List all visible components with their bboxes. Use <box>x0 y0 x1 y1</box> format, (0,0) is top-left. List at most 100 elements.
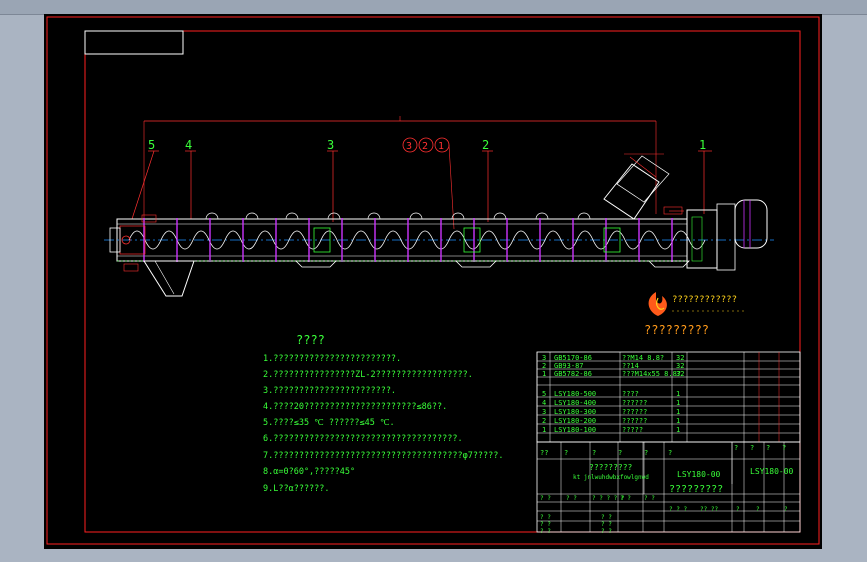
bolt-cap <box>245 212 259 220</box>
requirement-line: 2.????????????????ZL-2??????????????????… <box>263 370 473 380</box>
drawing-number-box <box>84 30 184 55</box>
sign-cell: ? ? <box>644 495 655 502</box>
part-row-name: ?????? <box>622 399 647 407</box>
sign-cell: ? ? <box>540 495 551 502</box>
title-small-cell: ? ? <box>540 514 551 521</box>
part-row-no: 2 <box>542 362 546 370</box>
part-row-qty: 32 <box>676 354 684 362</box>
tech-requirements: ???? 1.????????????????????????. 2.?????… <box>263 333 504 494</box>
inlet-hopper[interactable] <box>603 153 670 220</box>
callout-5[interactable]: 5 <box>131 138 159 220</box>
part-row-code: LSY180-300 <box>554 408 596 416</box>
part-row-code: GB5170-86 <box>554 354 592 362</box>
support-foot <box>648 260 690 268</box>
part-row-no: 1 <box>542 426 546 434</box>
drive-motor[interactable] <box>663 199 768 271</box>
svg-text:1: 1 <box>438 141 444 152</box>
company-name: ????????? <box>669 484 723 495</box>
cad-viewport[interactable]: 5 4 3 2 1 3 2 1 ???? 1.?????????????????… <box>44 14 822 549</box>
part-row-code: LSY180-500 <box>554 390 596 398</box>
part-row-no: 5 <box>542 390 546 398</box>
title-bottom-cell: ? <box>756 506 760 513</box>
title-small-cell: ? ? <box>540 528 551 535</box>
title-bottom-cell: ?? ?? <box>700 506 718 513</box>
callout-3[interactable]: 3 <box>327 138 338 222</box>
title-small-cell: ? ? <box>601 528 612 535</box>
part-row-name: ???M14x55 8.8? <box>622 370 681 378</box>
drawing-number: LSY180-00 <box>677 470 721 479</box>
flame-icon <box>648 292 667 316</box>
app-top-bar <box>0 0 867 15</box>
svg-text:4: 4 <box>185 138 192 152</box>
circled-callouts[interactable]: 3 2 1 <box>402 137 455 230</box>
part-row-code: LSY180-400 <box>554 399 596 407</box>
requirement-line: 8.α=0?60°,?????45° <box>263 467 355 477</box>
requirement-line: 5.????≤35 ℃ ??????≤45 ℃. <box>263 418 395 428</box>
overall-dimension <box>143 116 657 254</box>
bolt-cap <box>577 212 591 220</box>
part-row-qty: 1 <box>676 417 680 425</box>
bolt-cap <box>409 212 423 220</box>
requirement-line: 1.????????????????????????. <box>263 354 401 364</box>
requirement-line: 6.????????????????????????????????????. <box>263 434 463 444</box>
parts-header-cell: ?? <box>540 449 548 457</box>
parts-header-cell: ? <box>592 449 596 457</box>
part-row-code: LSY180-100 <box>554 426 596 434</box>
title-bottom-cell: ? ? ? <box>669 506 687 513</box>
callout-2[interactable]: 2 <box>482 138 493 222</box>
part-row-qty: 1 <box>676 408 680 416</box>
title-small-cell: ? ? <box>601 521 612 528</box>
drawing-number-right: LSY180-00 <box>750 467 794 476</box>
requirement-line: 9.L??α??????. <box>263 484 330 494</box>
part-row-no: 1 <box>542 370 546 378</box>
svg-text:2: 2 <box>482 138 489 152</box>
svg-text:????????????: ???????????? <box>672 295 737 305</box>
svg-text:5: 5 <box>148 138 155 152</box>
part-row-qty: 1 <box>676 390 680 398</box>
svg-text:2: 2 <box>422 141 428 152</box>
company-logo: ???????????? ????????? <box>644 292 744 337</box>
tech-requirements-title: ???? <box>296 333 325 347</box>
title-bottom-cell: ? <box>736 506 740 513</box>
part-row-no: 4 <box>542 399 546 407</box>
svg-text:kt jnlwuhdwbxfowlgnwd: kt jnlwuhdwbxfowlgnwd <box>573 474 649 481</box>
part-row-qty: 32 <box>676 362 684 370</box>
part-row-no: 3 <box>542 408 546 416</box>
sign-cell: ? ? <box>620 495 631 502</box>
parts-header-cell: ? <box>668 449 672 457</box>
part-row-name: ?????? <box>622 417 647 425</box>
cad-drawing-canvas[interactable]: 5 4 3 2 1 3 2 1 ???? 1.?????????????????… <box>44 14 822 549</box>
bolt-cap <box>327 212 341 220</box>
bolt-cap <box>367 212 381 220</box>
screw-conveyor-body[interactable] <box>104 212 774 268</box>
part-row-name: ????? <box>622 426 643 434</box>
svg-text:1: 1 <box>699 138 706 152</box>
outlet-chute[interactable] <box>119 214 195 297</box>
part-row-code: LSY180-200 <box>554 417 596 425</box>
product-name: ????????? <box>589 463 633 472</box>
part-row-name: ??14 <box>622 362 639 370</box>
parts-list-table[interactable]: 3 GB5170-86 ??M14 8.8? 322 GB93-87 ??14 321 GB5… <box>536 351 801 457</box>
support-foot <box>455 260 497 268</box>
part-row-name: ???? <box>622 390 639 398</box>
parts-header-cell: ? <box>618 449 622 457</box>
bolt-cap <box>451 212 465 220</box>
title-small-cell: ? ? <box>540 521 551 528</box>
trough-flanges <box>143 212 673 262</box>
part-row-code: GB5782-86 <box>554 370 592 378</box>
sign-cell: ? ? <box>566 495 577 502</box>
bolt-cap <box>285 212 299 220</box>
callout-4[interactable]: 4 <box>185 138 196 219</box>
sheet-outer-frame <box>46 16 820 545</box>
bolt-cap <box>535 212 549 220</box>
part-row-qty: 32 <box>676 370 684 378</box>
stage-label: ? <box>766 444 770 452</box>
part-row-qty: 1 <box>676 399 680 407</box>
parts-header-cell: ? <box>564 449 568 457</box>
title-small-cell: ? ? <box>601 514 612 521</box>
title-bottom-cell: ? <box>784 506 788 513</box>
svg-text:3: 3 <box>406 141 412 152</box>
callout-1[interactable]: 1 <box>698 138 712 214</box>
bolt-cap <box>493 212 507 220</box>
part-row-no: 2 <box>542 417 546 425</box>
